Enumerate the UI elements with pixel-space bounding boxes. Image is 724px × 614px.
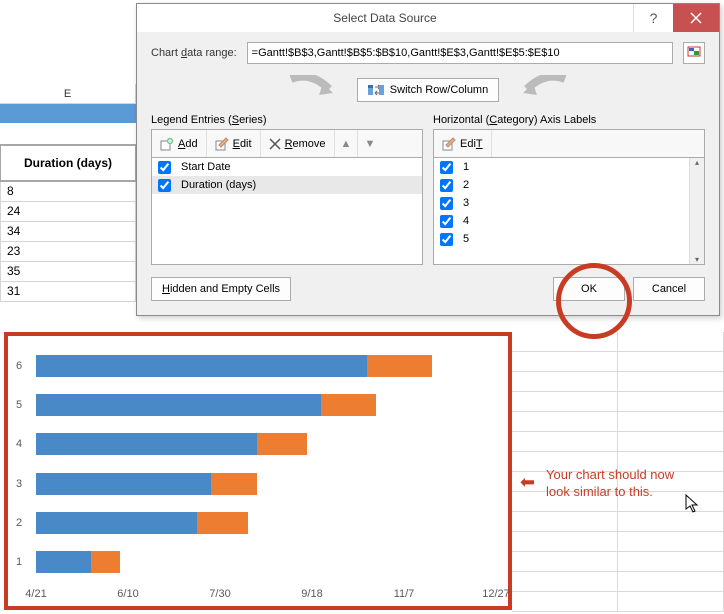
ok-button[interactable]: OK	[553, 277, 625, 301]
close-icon	[690, 12, 702, 24]
edit-icon	[215, 137, 229, 151]
list-item: Duration (days)	[152, 176, 422, 194]
x-tick-label: 7/30	[209, 588, 230, 600]
category-list[interactable]: 1 2 3 4 5	[433, 157, 705, 265]
table-cell[interactable]: 8	[0, 182, 136, 202]
bar-segment-start	[36, 473, 211, 495]
list-item: 1	[434, 158, 704, 176]
chart-data-range-label: Chart data range:	[151, 47, 237, 59]
list-item: 4	[434, 212, 704, 230]
table-cell[interactable]: 31	[0, 282, 136, 302]
list-item: 2	[434, 176, 704, 194]
close-button[interactable]	[673, 4, 719, 32]
legend-entries-title: Legend Entries (Series)	[151, 114, 423, 126]
filled-row	[0, 104, 136, 124]
series-list[interactable]: Start Date Duration (days)	[151, 157, 423, 265]
table-cell[interactable]: 35	[0, 262, 136, 282]
legend-entries-panel: Legend Entries (Series) Add Edit Remove	[151, 114, 423, 265]
remove-series-button[interactable]: Remove	[261, 130, 335, 157]
table-cell[interactable]: 23	[0, 242, 136, 262]
add-icon	[160, 137, 174, 151]
y-tick-label: 2	[16, 517, 22, 529]
x-tick-label: 4/21	[25, 588, 46, 600]
help-button[interactable]: ?	[633, 4, 673, 32]
annotation-arrow-icon: ⬅	[520, 472, 535, 493]
category-checkbox[interactable]	[440, 179, 453, 192]
add-series-button[interactable]: Add	[152, 130, 207, 157]
bar-segment-start	[36, 512, 197, 534]
category-checkbox[interactable]	[440, 161, 453, 174]
bar-segment-duration	[197, 512, 248, 534]
axis-labels-title: Horizontal (Category) Axis Labels	[433, 114, 705, 126]
remove-icon	[269, 138, 281, 150]
cancel-button[interactable]: Cancel	[633, 277, 705, 301]
bar-segment-duration	[211, 473, 257, 495]
bar-segment-duration	[257, 433, 308, 455]
edit-series-button[interactable]: Edit	[207, 130, 261, 157]
spreadsheet-fragment: E Duration (days) 8 24 34 23 35 31	[0, 84, 136, 302]
bar-segment-start	[36, 394, 321, 416]
bar-segment-start	[36, 433, 257, 455]
bar-segment-duration	[321, 394, 376, 416]
bar-segment-start	[36, 551, 91, 573]
category-checkbox[interactable]	[440, 197, 453, 210]
arrow-right-icon	[519, 75, 571, 105]
y-tick-label: 1	[16, 556, 22, 568]
switch-row-column-button[interactable]: Switch Row/Column	[357, 78, 499, 102]
x-tick-label: 12/27	[482, 588, 510, 600]
category-checkbox[interactable]	[440, 215, 453, 228]
annotation-text: Your chart should nowlook similar to thi…	[546, 467, 674, 501]
y-tick-label: 6	[16, 360, 22, 372]
chart-data-range-input[interactable]	[247, 42, 673, 64]
x-tick-label: 9/18	[301, 588, 322, 600]
edit-axis-labels-button[interactable]: EdiT	[434, 130, 492, 157]
bar-segment-duration	[367, 355, 431, 377]
axis-labels-panel: Horizontal (Category) Axis Labels EdiT 1…	[433, 114, 705, 265]
y-tick-label: 4	[16, 438, 22, 450]
move-down-button[interactable]: ▼	[358, 130, 381, 157]
table-cell[interactable]: 34	[0, 222, 136, 242]
bar-row	[36, 551, 496, 573]
bar-segment-start	[36, 355, 367, 377]
list-item: 5	[434, 230, 704, 248]
triangle-up-icon: ▲	[341, 138, 352, 150]
bar-segment-duration	[91, 551, 120, 573]
series-checkbox[interactable]	[158, 179, 171, 192]
column-header-e[interactable]: E	[0, 84, 136, 103]
table-header-duration[interactable]: Duration (days)	[0, 144, 136, 182]
bar-row	[36, 512, 496, 534]
category-checkbox[interactable]	[440, 233, 453, 246]
hidden-empty-cells-button[interactable]: Hidden and Empty Cells	[151, 277, 291, 301]
dialog-titlebar[interactable]: Select Data Source ?	[137, 4, 719, 32]
arrow-left-icon	[285, 75, 337, 105]
y-tick-label: 3	[16, 478, 22, 490]
table-cell[interactable]: 24	[0, 202, 136, 222]
dialog-title: Select Data Source	[137, 11, 633, 25]
y-tick-label: 5	[16, 399, 22, 411]
series-checkbox[interactable]	[158, 161, 171, 174]
triangle-down-icon: ▼	[364, 138, 375, 150]
range-picker-icon	[687, 46, 701, 60]
select-data-source-dialog: Select Data Source ? Chart data range: S…	[136, 3, 720, 316]
list-item: Start Date	[152, 158, 422, 176]
bar-row	[36, 355, 496, 377]
edit-icon	[442, 137, 456, 151]
bar-row	[36, 473, 496, 495]
switch-icon	[368, 83, 384, 97]
mouse-cursor-icon	[685, 494, 701, 518]
list-item: 3	[434, 194, 704, 212]
x-tick-label: 11/7	[394, 588, 415, 600]
bar-row	[36, 394, 496, 416]
scrollbar[interactable]	[689, 158, 704, 264]
move-up-button[interactable]: ▲	[335, 130, 359, 157]
x-tick-label: 6/10	[117, 588, 138, 600]
chart-preview: 1 2 3 4 5 6 4/21 6/10 7/30 9/18 11/7 12/27	[4, 332, 512, 610]
collapse-dialog-button[interactable]	[683, 42, 705, 64]
bar-row	[36, 433, 496, 455]
